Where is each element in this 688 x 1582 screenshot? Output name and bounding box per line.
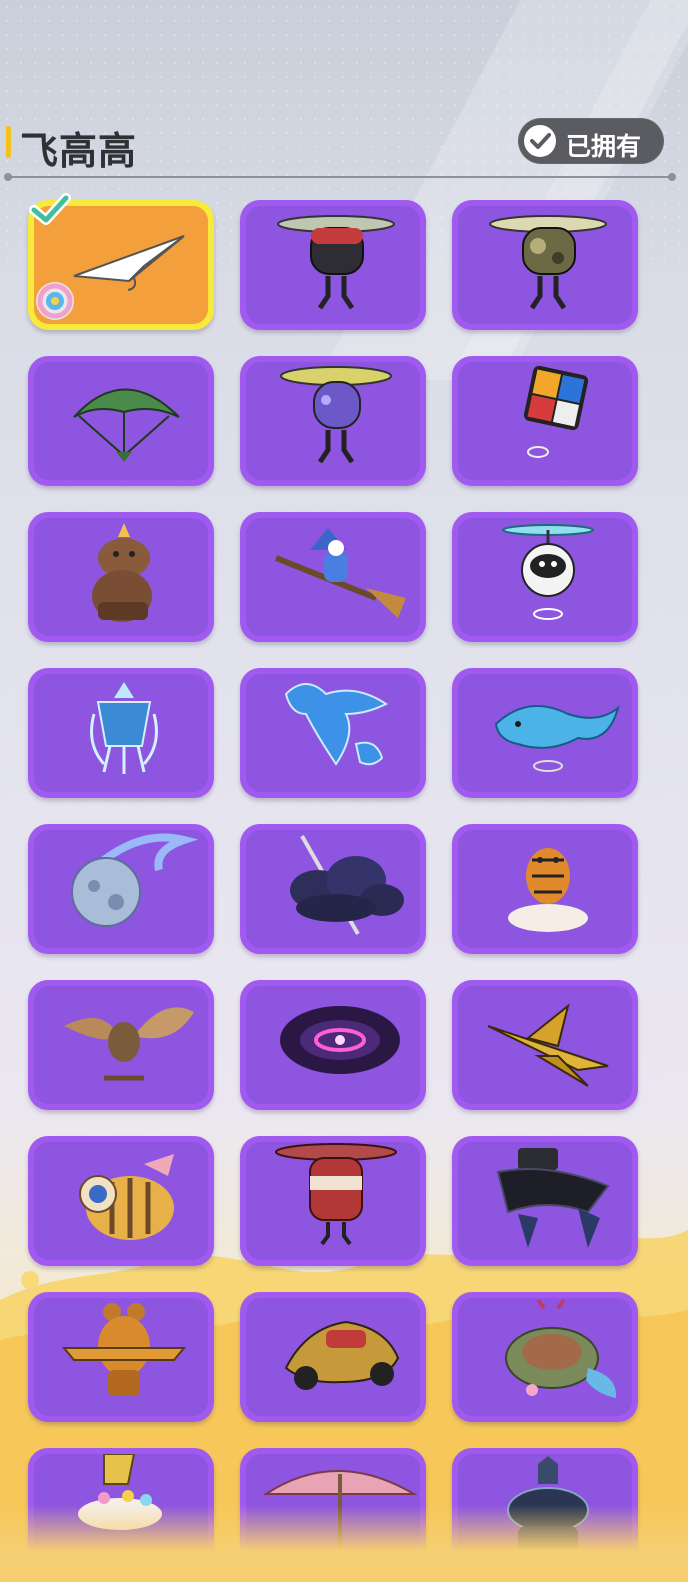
item-card-background [246, 986, 420, 1104]
item-card[interactable] [28, 980, 214, 1110]
tiger-on-cloud-icon [508, 848, 588, 932]
rarity-badge-icon [36, 282, 74, 320]
item-card-background [458, 206, 632, 324]
item-card-background [34, 986, 208, 1104]
item-card[interactable] [28, 512, 214, 642]
item-card[interactable] [28, 356, 214, 486]
owned-checkmark-icon [28, 192, 72, 233]
owl-glider-icon [64, 1007, 194, 1081]
item-card-background [246, 1298, 420, 1416]
cyclops-bee-icon [79, 1154, 174, 1240]
ice-lantern-icon [90, 682, 158, 774]
item-card[interactable] [28, 1136, 214, 1266]
item-card[interactable] [28, 193, 214, 330]
item-card-background [458, 986, 632, 1104]
item-card[interactable] [28, 668, 214, 798]
item-card-background [34, 1142, 208, 1260]
section-divider [8, 176, 674, 178]
red-can-drone-icon [275, 1143, 397, 1246]
item-card[interactable] [28, 824, 214, 954]
item-card-background [458, 674, 632, 792]
item-card-background [34, 518, 208, 636]
divider-end-dot [4, 173, 12, 181]
item-card-background [246, 362, 420, 480]
ice-dragon-icon [284, 683, 388, 766]
item-card[interactable] [240, 1292, 426, 1422]
item-card-background [34, 362, 208, 480]
item-card[interactable] [28, 1292, 214, 1422]
green-parachute-icon [73, 388, 180, 462]
turtle-icon [505, 1298, 617, 1398]
storm-cloud-icon [290, 835, 404, 935]
item-card[interactable] [240, 1136, 426, 1266]
item-card[interactable] [240, 824, 426, 954]
item-card[interactable] [452, 668, 638, 798]
divider-end-dot [668, 173, 676, 181]
item-card[interactable] [452, 1136, 638, 1266]
item-card[interactable] [240, 980, 426, 1110]
helicopter-ball-robot-icon [502, 524, 594, 620]
item-card[interactable] [452, 1292, 638, 1422]
owned-filter-button[interactable]: 已拥有 [518, 118, 664, 164]
witch-broom-icon [274, 528, 406, 618]
item-card[interactable] [452, 356, 638, 486]
item-card-background [246, 1142, 420, 1260]
owned-filter-label: 已拥有 [566, 133, 642, 161]
propeller-drone-black-icon [277, 215, 395, 310]
item-card-background [246, 206, 420, 324]
item-card[interactable] [240, 668, 426, 798]
item-card[interactable] [452, 980, 638, 1110]
capybara-icon [92, 523, 152, 622]
checkmark-icon [524, 125, 556, 157]
item-card-background [246, 518, 420, 636]
galaxy-portal-icon [280, 1006, 400, 1074]
item-card-background [34, 830, 208, 948]
item-card-background [458, 518, 632, 636]
blue-whale-icon [494, 705, 620, 772]
item-card[interactable] [452, 512, 638, 642]
golden-car-icon [284, 1320, 400, 1390]
item-card-background [458, 1142, 632, 1260]
item-card[interactable] [240, 512, 426, 642]
section-title: 飞高高 [20, 131, 138, 173]
item-card[interactable] [240, 200, 426, 330]
propeller-drone-purple-icon [280, 366, 392, 464]
moon-meteor-icon [71, 833, 199, 927]
golden-jet-icon [487, 1003, 609, 1087]
section-header: 飞高高 已拥有 [0, 110, 688, 180]
item-card-background [246, 674, 420, 792]
item-card-background [458, 1298, 632, 1416]
bottom-fade [0, 1505, 688, 1582]
item-card[interactable] [452, 824, 638, 954]
title-accent-bar [6, 126, 11, 158]
item-card-background [34, 1298, 208, 1416]
dark-mech-wings-icon [496, 1148, 610, 1248]
item-card[interactable] [240, 356, 426, 486]
item-card-background [34, 674, 208, 792]
teddy-bear-plane-icon [61, 1303, 187, 1396]
item-card-background [458, 830, 632, 948]
propeller-drone-camo-icon [489, 215, 607, 310]
rubiks-cube-icon [523, 365, 589, 458]
item-card-background [246, 830, 420, 948]
item-card[interactable] [452, 200, 638, 330]
item-card-background [458, 362, 632, 480]
